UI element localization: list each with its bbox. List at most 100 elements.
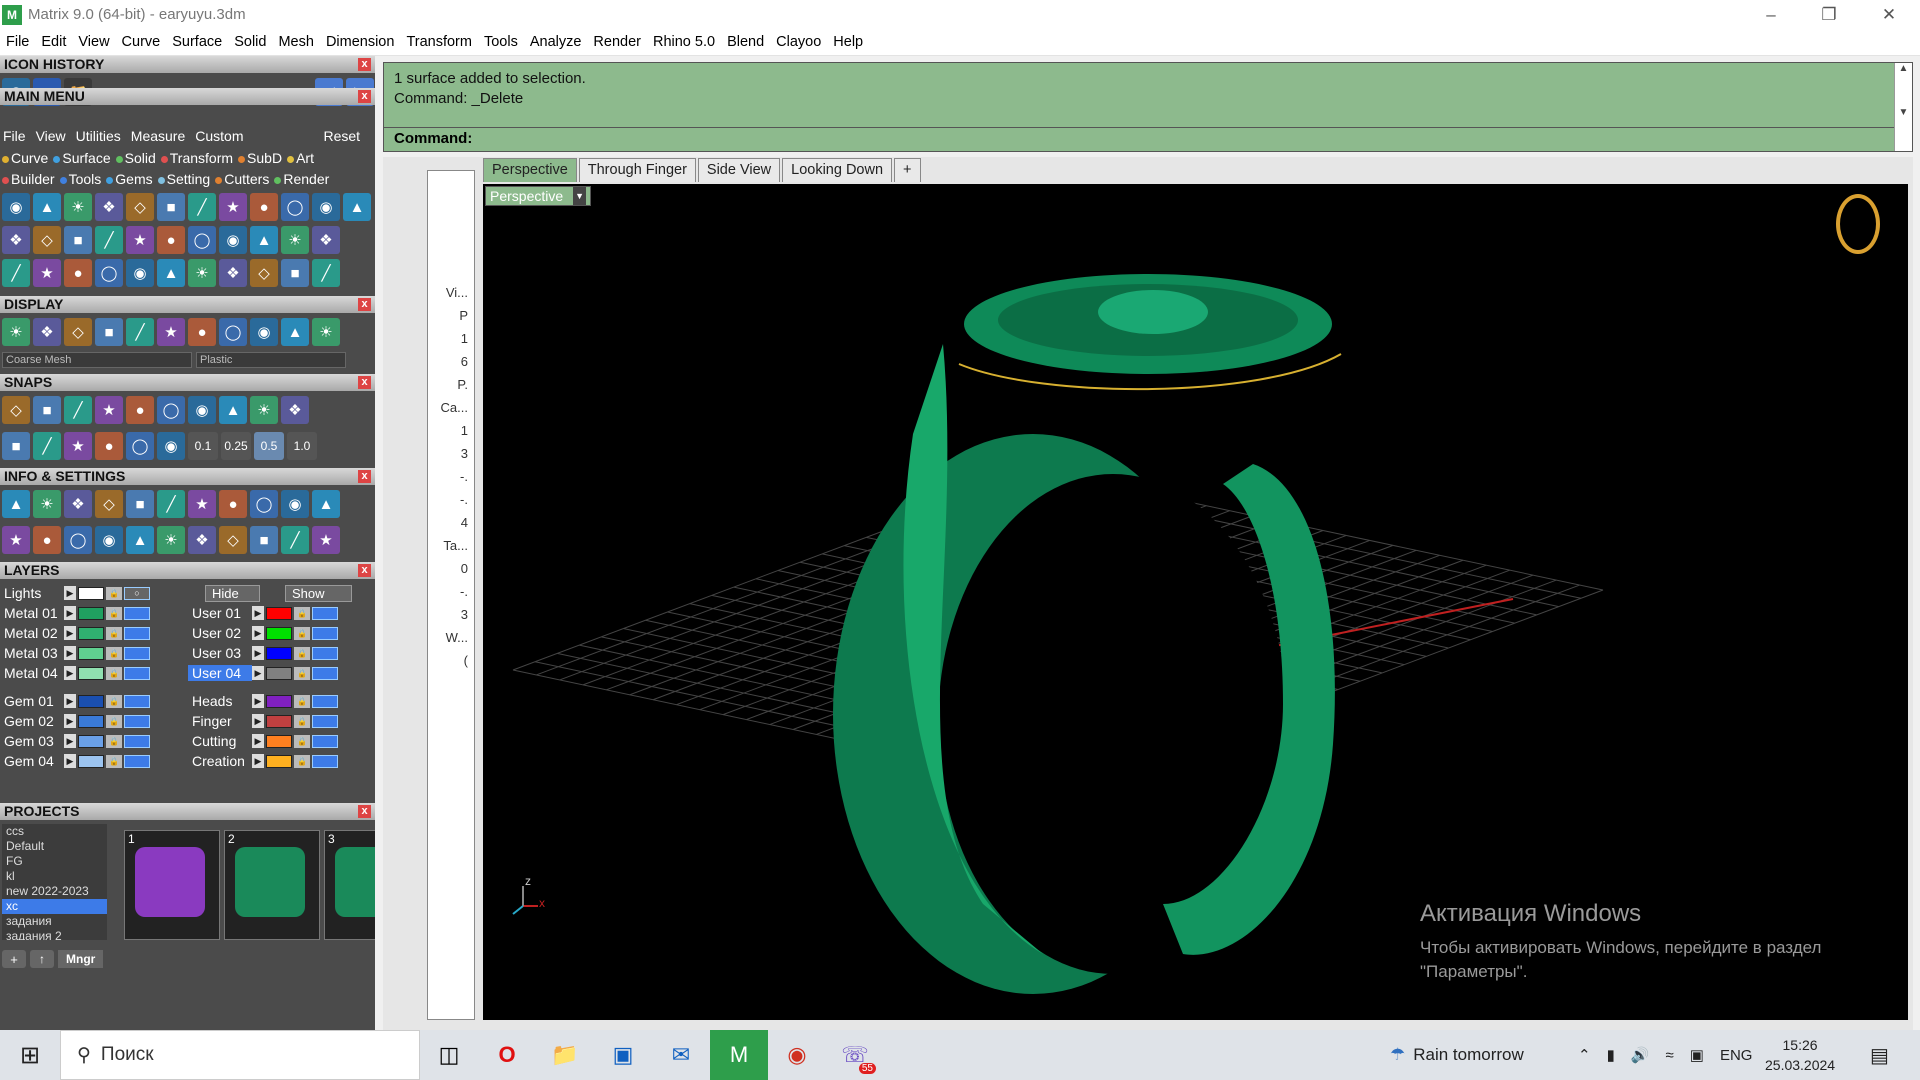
layer-row[interactable]: Metal 01 ▶ 🔒 xyxy=(0,604,150,622)
visibility-icon[interactable] xyxy=(312,606,338,620)
sun-icon[interactable]: ☀ xyxy=(2,318,30,346)
expand-icon[interactable]: ▶ xyxy=(64,754,76,768)
circle-icon[interactable]: ◯ xyxy=(188,226,216,254)
cone-icon[interactable]: ▲ xyxy=(126,526,154,554)
project-thumbnail[interactable]: 1 xyxy=(124,830,220,940)
side-label[interactable]: W... xyxy=(428,626,474,649)
side-label[interactable]: Vi... xyxy=(428,281,474,304)
layer-row[interactable]: Heads ▶ 🔒 xyxy=(188,692,338,710)
menu-item-mesh[interactable]: Mesh xyxy=(278,34,313,50)
layer-color-swatch[interactable] xyxy=(266,646,292,660)
sun-icon[interactable]: ☀ xyxy=(312,318,340,346)
up-arrow-icon[interactable]: ↑ xyxy=(30,950,54,968)
project-thumbnail[interactable]: 3 xyxy=(324,830,375,940)
chevron-down-icon[interactable]: ▼ xyxy=(573,187,587,205)
layer-row[interactable]: User 01 ▶ 🔒 xyxy=(188,604,338,622)
tab-side-view[interactable]: Side View xyxy=(697,158,781,182)
expand-icon[interactable]: ▶ xyxy=(64,666,76,680)
cone-icon[interactable]: ▲ xyxy=(33,193,61,221)
cube-icon[interactable]: ■ xyxy=(250,526,278,554)
category-surface[interactable]: Surface xyxy=(53,150,111,166)
expand-icon[interactable]: ▶ xyxy=(252,734,264,748)
manager-button[interactable]: Mngr xyxy=(58,950,104,968)
expand-icon[interactable]: ▶ xyxy=(64,734,76,748)
visibility-icon[interactable] xyxy=(124,606,150,620)
add-tab-icon[interactable]: + xyxy=(894,158,921,182)
lock-icon[interactable]: 🔒 xyxy=(294,754,310,768)
sphere-icon[interactable]: ◉ xyxy=(2,193,30,221)
command-scrollbar[interactable]: ▲ ▼ xyxy=(1894,63,1912,151)
cone-icon[interactable]: ▲ xyxy=(343,193,371,221)
layer-row[interactable]: Creation ▶ 🔒 xyxy=(188,752,338,770)
main-menu-custom[interactable]: Custom xyxy=(195,128,243,144)
menu-item-view[interactable]: View xyxy=(78,34,109,50)
star-icon[interactable]: ★ xyxy=(188,490,216,518)
category-setting[interactable]: Setting xyxy=(157,171,210,187)
snap-value-2[interactable]: 0.5 xyxy=(254,432,284,460)
menu-item-rhino-5-0[interactable]: Rhino 5.0 xyxy=(653,34,715,50)
circle-icon[interactable]: ◯ xyxy=(95,259,123,287)
chevron-up-icon[interactable]: ⌃ xyxy=(1578,1046,1591,1064)
menu-item-transform[interactable]: Transform xyxy=(406,34,472,50)
expand-icon[interactable]: ▶ xyxy=(64,714,76,728)
sphere-icon[interactable]: ◉ xyxy=(188,396,216,424)
category-curve[interactable]: Curve xyxy=(2,150,48,166)
cone-icon[interactable]: ▲ xyxy=(250,226,278,254)
visibility-icon[interactable] xyxy=(312,666,338,680)
visibility-icon[interactable] xyxy=(312,734,338,748)
layer-row[interactable]: Cutting ▶ 🔒 xyxy=(188,732,338,750)
snap-value-3[interactable]: 1.0 xyxy=(287,432,317,460)
layer-color-swatch[interactable] xyxy=(78,694,104,708)
file-explorer-icon[interactable]: 📁 xyxy=(536,1030,594,1080)
diamond-icon[interactable]: ◇ xyxy=(95,490,123,518)
circle-icon[interactable]: ◯ xyxy=(157,396,185,424)
menu-item-surface[interactable]: Surface xyxy=(172,34,222,50)
layer-color-swatch[interactable] xyxy=(78,646,104,660)
menu-item-file[interactable]: File xyxy=(6,34,29,50)
menu-item-tools[interactable]: Tools xyxy=(484,34,518,50)
star-icon[interactable]: ★ xyxy=(2,526,30,554)
star-icon[interactable]: ★ xyxy=(64,432,92,460)
star-icon[interactable]: ★ xyxy=(219,193,247,221)
lock-icon[interactable]: 🔒 xyxy=(294,646,310,660)
taskbar-search[interactable]: ⚲ Поиск xyxy=(60,1030,420,1080)
menu-item-solid[interactable]: Solid xyxy=(234,34,266,50)
category-art[interactable]: Art xyxy=(287,150,314,166)
minimize-icon[interactable]: – xyxy=(1742,0,1800,29)
visibility-icon[interactable] xyxy=(124,646,150,660)
cube-icon[interactable]: ■ xyxy=(281,259,309,287)
layer-color-swatch[interactable] xyxy=(266,666,292,680)
light-swatch[interactable] xyxy=(78,586,104,600)
expand-icon[interactable]: ▶ xyxy=(64,626,76,640)
star-icon[interactable]: ★ xyxy=(95,396,123,424)
cube-icon[interactable]: ■ xyxy=(157,193,185,221)
layer-row[interactable]: User 03 ▶ 🔒 xyxy=(188,644,338,662)
visibility-icon[interactable] xyxy=(312,626,338,640)
ball-icon[interactable]: ● xyxy=(64,259,92,287)
layer-row[interactable]: Metal 04 ▶ 🔒 xyxy=(0,664,150,682)
sphere-icon[interactable]: ◉ xyxy=(126,259,154,287)
ball-icon[interactable]: ● xyxy=(95,432,123,460)
bulb-icon[interactable]: ○ xyxy=(124,586,150,600)
visibility-icon[interactable] xyxy=(124,666,150,680)
diamond-icon[interactable]: ◇ xyxy=(219,526,247,554)
cube-icon[interactable]: ■ xyxy=(126,490,154,518)
gem-icon[interactable]: ❖ xyxy=(64,490,92,518)
diamond-icon[interactable]: ◇ xyxy=(33,226,61,254)
category-tools[interactable]: Tools xyxy=(59,171,101,187)
slash-icon[interactable]: ╱ xyxy=(281,526,309,554)
show-label[interactable]: Show xyxy=(285,584,352,602)
ball-icon[interactable]: ● xyxy=(157,226,185,254)
gem-icon[interactable]: ❖ xyxy=(33,318,61,346)
side-label[interactable]: 4 xyxy=(428,511,474,534)
expand-icon[interactable]: ▶ xyxy=(252,626,264,640)
visibility-icon[interactable] xyxy=(124,734,150,748)
side-label[interactable]: 1 xyxy=(428,327,474,350)
menu-item-curve[interactable]: Curve xyxy=(122,34,161,50)
ring-orientation-icon[interactable] xyxy=(1836,194,1880,254)
sphere-icon[interactable]: ◉ xyxy=(219,226,247,254)
show-toggle[interactable]: Show xyxy=(285,584,352,602)
layer-color-swatch[interactable] xyxy=(78,754,104,768)
sun-icon[interactable]: ☀ xyxy=(33,490,61,518)
gem-icon[interactable]: ❖ xyxy=(219,259,247,287)
